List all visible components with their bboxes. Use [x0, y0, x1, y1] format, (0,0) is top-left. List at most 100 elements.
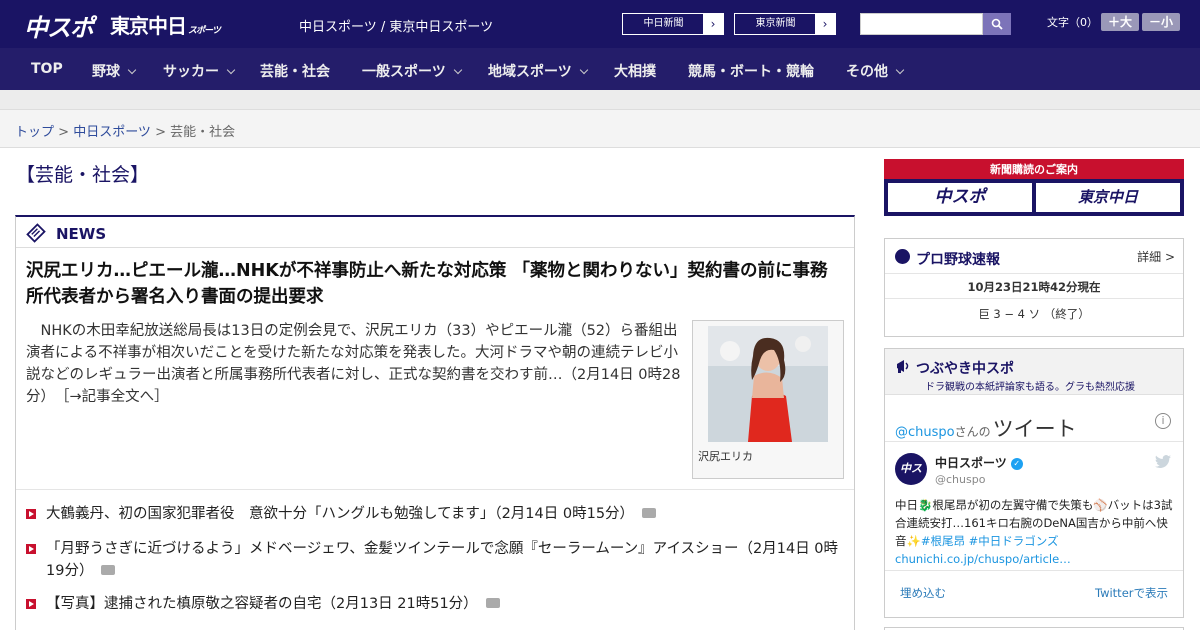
- account-name-text: 中日スポーツ: [935, 456, 1007, 470]
- embed-link[interactable]: 埋め込む: [900, 585, 946, 601]
- breadcrumb-sep: >: [150, 125, 171, 140]
- nav-label: 大相撲: [614, 64, 656, 80]
- tweets-header: つぶやき中スポ ドラ観戦の本紙評論家も語る。グラも熱烈応援: [885, 349, 1183, 395]
- twitter-widget-heading: @chuspoさんのツイート: [895, 413, 1077, 443]
- baseball-score[interactable]: 巨 3 − 4 ソ （終了）: [885, 306, 1183, 322]
- info-icon[interactable]: i: [1155, 413, 1171, 429]
- news-header: NEWS: [16, 217, 854, 248]
- arrow-bullet-icon: [26, 509, 36, 519]
- list-item[interactable]: 「月野うさぎに近づけるよう」メドベージェワ、金髪ツインテールで念願『セーラームー…: [26, 538, 846, 582]
- handle-suffix: さんの: [954, 425, 991, 439]
- account-username[interactable]: @chuspo: [935, 473, 985, 486]
- list-item[interactable]: 【写真】逮捕された槙原敬之容疑者の自宅（2月13日 21時51分）: [26, 593, 846, 615]
- twitter-bird-icon[interactable]: [1155, 455, 1171, 469]
- chuspo-subscribe-logo[interactable]: 中スポ: [888, 183, 1032, 212]
- avatar[interactable]: 中スポ: [895, 453, 927, 507]
- chuspo-logo[interactable]: 中スポ: [24, 8, 94, 43]
- baseball-title: プロ野球速報: [916, 252, 1000, 268]
- tweets-panel: つぶやき中スポ ドラ観戦の本紙評論家も語る。グラも熱烈応援 @chuspoさんの…: [884, 348, 1184, 618]
- divider: [885, 441, 1183, 442]
- tweets-subtitle: ドラ観戦の本紙評論家も語る。グラも熱烈応援: [925, 382, 1135, 393]
- nav-strip: [0, 90, 1200, 110]
- tweets-heading: ツイート: [992, 417, 1077, 441]
- tokyo-logo-text: 東京中日: [110, 14, 187, 38]
- chevron-down-icon: [226, 65, 236, 75]
- tokyo-chunichi-logo[interactable]: 東京中日 スポーツ: [110, 10, 221, 39]
- nav-soccer[interactable]: サッカー: [163, 61, 236, 81]
- breadcrumb: トップ > 中日スポーツ > 芸能・社会: [0, 110, 1200, 148]
- nav-label: その他: [846, 64, 888, 80]
- chevron-down-icon: [127, 65, 137, 75]
- list-item-text: 大鶴義丹、初の国家犯罪者役 意欲十分「ハングルも勉強してます」（2月14日 0時…: [46, 506, 635, 522]
- nav-label: 地域スポーツ: [488, 64, 572, 80]
- lead-article-title[interactable]: 沢尻エリカ…ピエール瀧…NHKが不祥事防止へ新たな対応策 「薬物と関わりない」契…: [26, 258, 841, 310]
- newspaper-icon: [26, 223, 46, 243]
- subscription-banner-title: 新聞購読のご案内: [990, 163, 1078, 176]
- chevron-right-icon: ›: [703, 14, 723, 34]
- tweet-hashtags[interactable]: #根尾昂 #中日ドラゴンズ: [921, 534, 1059, 548]
- text-size-label: 文字（0）: [1047, 16, 1098, 29]
- tweets-title: つぶやき中スポ: [916, 361, 1014, 377]
- nav-other[interactable]: その他: [846, 61, 905, 81]
- breadcrumb-home[interactable]: トップ: [15, 125, 54, 140]
- nav-sumo[interactable]: 大相撲: [614, 61, 656, 81]
- lead-photo[interactable]: 沢尻エリカ: [692, 320, 844, 479]
- divider: [16, 489, 854, 490]
- tweet-link[interactable]: chunichi.co.jp/chuspo/article…: [895, 552, 1071, 566]
- baseball-update-time: 10月23日21時42分現在: [885, 273, 1183, 299]
- nav-general-sports[interactable]: 一般スポーツ: [362, 61, 462, 81]
- search-button[interactable]: [983, 13, 1011, 35]
- verified-icon: ✓: [1010, 457, 1023, 470]
- tweet-text: 中日🐉根尾昂が初の左翼守備で失策も⚾バットは3試合連続安打…161キロ右腕のDe…: [895, 496, 1177, 568]
- news-label: NEWS: [56, 225, 107, 243]
- search-icon: [991, 18, 1003, 30]
- nav-top[interactable]: TOP: [31, 61, 63, 77]
- article-photo: [708, 326, 828, 442]
- arrow-bullet-icon: [26, 544, 36, 554]
- photo-caption: 沢尻エリカ: [698, 450, 753, 463]
- camera-icon: [642, 508, 657, 518]
- nav-racing[interactable]: 競馬・ボート・競輪: [688, 61, 814, 81]
- baseball-details-link[interactable]: 詳細 >: [1137, 248, 1175, 265]
- site-header: 中スポ 東京中日 スポーツ 中日スポーツ / 東京中日スポーツ 中日新聞 › 東京…: [0, 0, 1200, 48]
- chevron-down-icon: [579, 65, 588, 75]
- nav-regional-sports[interactable]: 地域スポーツ: [488, 61, 588, 81]
- site-names: 中日スポーツ / 東京中日スポーツ: [299, 20, 494, 35]
- account-name[interactable]: 中日スポーツ ✓: [935, 454, 1023, 471]
- chevron-down-icon: [895, 65, 905, 75]
- nav-entertainment[interactable]: 芸能・社会: [260, 61, 330, 81]
- baseball-scoreboard: プロ野球速報 詳細 > 10月23日21時42分現在 巨 3 − 4 ソ （終了…: [884, 238, 1184, 337]
- twitter-handle-link[interactable]: @chuspo: [895, 425, 955, 440]
- baseball-icon: [895, 249, 910, 264]
- nav-baseball[interactable]: 野球: [92, 61, 137, 81]
- tokyo-shimbun-button[interactable]: 東京新聞 ›: [734, 13, 836, 35]
- lead-article-body: NHKの木田幸紀放送総局長は13日の定例会見で、沢尻エリカ（33）やピエール瀧（…: [26, 320, 686, 408]
- page-title: 【芸能・社会】: [16, 164, 150, 186]
- tokyo-logo-small: スポーツ: [188, 26, 221, 36]
- twitter-widget: @chuspoさんのツイート i 中スポ 中日スポーツ ✓ @chuspo 中日🐉…: [885, 395, 1183, 617]
- nav-label: 芸能・社会: [260, 64, 330, 80]
- chunichi-shimbun-button[interactable]: 中日新聞 ›: [622, 13, 724, 35]
- breadcrumb-section[interactable]: 中日スポーツ: [73, 125, 151, 140]
- tokyo-shimbun-label: 東京新聞: [755, 18, 796, 29]
- nav-label: 一般スポーツ: [362, 64, 446, 80]
- font-smaller-button[interactable]: －小: [1142, 13, 1180, 31]
- list-item[interactable]: 大鶴義丹、初の国家犯罪者役 意欲十分「ハングルも勉強してます」（2月14日 0時…: [26, 503, 846, 525]
- search-input[interactable]: [860, 13, 983, 35]
- camera-icon: [101, 565, 116, 575]
- view-on-twitter-link[interactable]: Twitterで表示: [1095, 585, 1168, 601]
- chevron-down-icon: [453, 65, 462, 75]
- nav-label: 野球: [92, 64, 120, 80]
- list-item-text: 【写真】逮捕された槙原敬之容疑者の自宅（2月13日 21時51分）: [46, 596, 478, 612]
- tokyo-chunichi-subscribe-logo[interactable]: 東京中日: [1036, 183, 1180, 212]
- news-box: NEWS 沢尻エリカ…ピエール瀧…NHKが不祥事防止へ新たな対応策 「薬物と関わ…: [15, 215, 855, 630]
- chevron-right-icon: ›: [815, 14, 835, 34]
- main-nav: TOP 野球 サッカー 芸能・社会 一般スポーツ 地域スポーツ 大相撲 競馬・ボ…: [0, 48, 1200, 90]
- megaphone-icon: [897, 360, 909, 373]
- list-item-text: 「月野うさぎに近づけるよう」メドベージェワ、金髪ツインテールで念願『セーラームー…: [46, 541, 839, 579]
- arrow-bullet-icon: [26, 599, 36, 609]
- nav-label: TOP: [31, 61, 63, 77]
- font-larger-button[interactable]: ＋大: [1101, 13, 1139, 31]
- divider: [885, 570, 1183, 571]
- read-more-link[interactable]: ［→記事全文へ］: [62, 389, 168, 405]
